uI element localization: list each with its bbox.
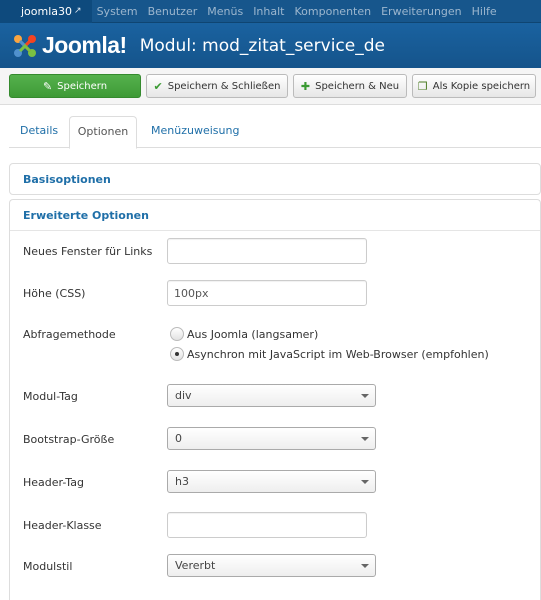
chevron-down-icon xyxy=(361,564,369,568)
external-link-icon: ↗ xyxy=(74,6,82,16)
header-tag-label: Header-Tag xyxy=(23,476,84,489)
query-method-option-joomla[interactable]: Aus Joomla (langsamer) xyxy=(170,327,318,341)
save-copy-label: Als Kopie speichern xyxy=(432,80,531,92)
copy-icon: ❐ xyxy=(417,79,428,93)
module-style-label: Modulstil xyxy=(23,560,73,573)
panel-advanced-options[interactable]: Erweiterte Optionen xyxy=(9,199,541,231)
panel-basic-heading: Basisoptionen xyxy=(23,173,111,186)
radio-async-label: Asynchron mit JavaScript im Web-Browser … xyxy=(187,347,489,361)
height-label: Höhe (CSS) xyxy=(23,287,86,300)
bootstrap-size-select[interactable]: 0 xyxy=(167,427,376,450)
plus-icon: ✚ xyxy=(300,79,311,93)
header-class-field[interactable] xyxy=(167,512,367,538)
chevron-down-icon xyxy=(361,437,369,441)
new-window-field[interactable] xyxy=(167,238,367,264)
chevron-down-icon xyxy=(361,480,369,484)
logo-text: Joomla! xyxy=(42,32,127,58)
bootstrap-size-label: Bootstrap-Größe xyxy=(23,433,115,446)
check-icon: ✔ xyxy=(153,79,163,93)
save-copy-button[interactable]: ❐ Als Kopie speichern xyxy=(412,74,536,98)
module-tag-value: div xyxy=(175,389,192,402)
save-label: Speichern xyxy=(57,80,108,92)
tab-bar: Details Optionen Menüzuweisung xyxy=(9,116,541,149)
save-close-label: Speichern & Schließen xyxy=(167,80,281,92)
joomla-logo-icon xyxy=(14,34,36,57)
menu-hilfe[interactable]: Hilfe xyxy=(467,0,502,23)
tab-options[interactable]: Optionen xyxy=(69,116,137,149)
module-tag-label: Modul-Tag xyxy=(23,390,78,403)
save-button[interactable]: ✎ Speichern xyxy=(9,74,141,98)
radio-joomla[interactable] xyxy=(170,327,184,341)
radio-async[interactable] xyxy=(170,347,184,361)
new-window-label: Neues Fenster für Links xyxy=(23,245,153,258)
save-new-label: Speichern & Neu xyxy=(315,80,400,92)
query-method-option-async[interactable]: Asynchron mit JavaScript im Web-Browser … xyxy=(170,347,489,361)
page-header: Joomla! Modul: mod_zitat_service_de xyxy=(0,23,541,68)
menu-system[interactable]: System xyxy=(92,0,143,23)
menu-menues[interactable]: Menüs xyxy=(202,0,248,23)
bootstrap-size-value: 0 xyxy=(175,432,182,445)
edit-icon: ✎ xyxy=(42,79,53,93)
toolbar: ✎ Speichern ✔ Speichern & Schließen ✚ Sp… xyxy=(0,68,541,105)
site-link[interactable]: joomla30 ↗ xyxy=(0,0,92,23)
header-tag-select[interactable]: h3 xyxy=(167,470,376,493)
panel-basic-options[interactable]: Basisoptionen xyxy=(9,163,541,195)
save-close-button[interactable]: ✔ Speichern & Schließen xyxy=(146,74,288,98)
module-tag-select[interactable]: div xyxy=(167,384,376,407)
module-style-select[interactable]: Vererbt xyxy=(167,554,376,577)
tab-details[interactable]: Details xyxy=(9,116,69,148)
save-new-button[interactable]: ✚ Speichern & Neu xyxy=(293,74,407,98)
menu-erweiterungen[interactable]: Erweiterungen xyxy=(376,0,467,23)
panel-advanced-heading: Erweiterte Optionen xyxy=(23,209,149,222)
tab-menu-assignment[interactable]: Menüzuweisung xyxy=(140,116,250,148)
header-tag-value: h3 xyxy=(175,475,189,488)
site-name: joomla30 xyxy=(21,4,73,18)
menu-komponenten[interactable]: Komponenten xyxy=(290,0,377,23)
height-field[interactable] xyxy=(167,280,367,306)
menu-benutzer[interactable]: Benutzer xyxy=(143,0,203,23)
menu-inhalt[interactable]: Inhalt xyxy=(248,0,289,23)
module-style-value: Vererbt xyxy=(175,559,216,572)
page-title: Modul: mod_zitat_service_de xyxy=(139,35,385,56)
query-method-label: Abfragemethode xyxy=(23,328,116,341)
header-class-label: Header-Klasse xyxy=(23,519,102,532)
chevron-down-icon xyxy=(361,394,369,398)
radio-joomla-label: Aus Joomla (langsamer) xyxy=(187,327,319,341)
joomla-logo[interactable]: Joomla! xyxy=(11,32,127,60)
admin-menu-bar: joomla30 ↗ System Benutzer Menüs Inhalt … xyxy=(0,0,541,23)
